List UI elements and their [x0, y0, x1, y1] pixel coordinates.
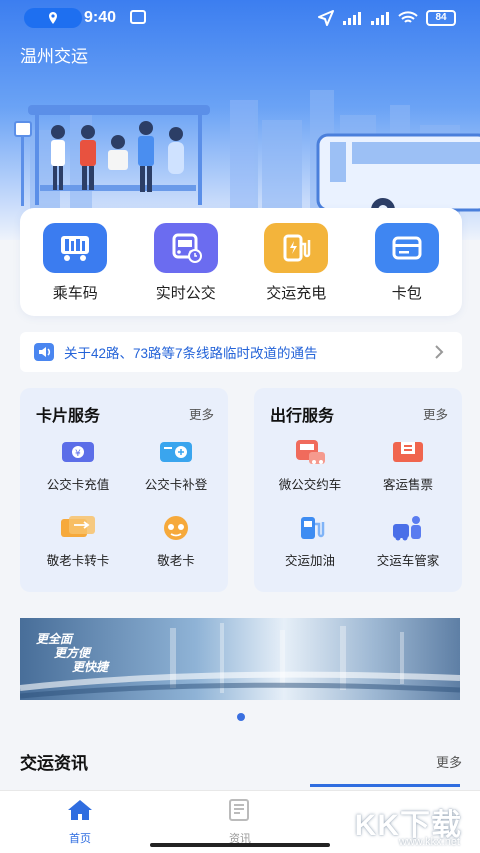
signal-icon: [343, 12, 361, 25]
panel-title: 出行服务: [270, 408, 335, 425]
notice-text: 关于42路、73路等7条线路临时改道的通告: [64, 346, 318, 361]
panel-title: 卡片服务: [36, 408, 101, 425]
service-card-register[interactable]: 公交卡补登: [126, 436, 226, 493]
qr-code-bus-icon: [43, 223, 108, 273]
card-wallet-icon: [374, 223, 439, 273]
service-senior-card[interactable]: 敬老卡: [126, 512, 226, 569]
chevron-right-icon: [435, 345, 444, 359]
home-icon: [68, 800, 92, 820]
speaker-icon: [34, 343, 54, 361]
senior-card-transfer-icon: [58, 512, 98, 544]
service-fuel[interactable]: 交运加油: [260, 512, 360, 569]
tab-news[interactable]: 资讯: [200, 799, 280, 846]
card-register-icon: [156, 436, 196, 468]
service-senior-card-transfer[interactable]: 敬老卡转卡: [28, 512, 128, 569]
quick-action-realtime-bus[interactable]: 实时公交: [136, 223, 236, 303]
news-icon: [229, 799, 249, 821]
notice-bar[interactable]: 关于42路、73路等7条线路临时改道的通告: [20, 332, 462, 372]
bus-stop-illustration: [14, 90, 480, 220]
wifi-icon: [398, 11, 418, 23]
banner-slogan: 更全面 更方便 更快捷: [36, 632, 109, 674]
svg-text:¥: ¥: [75, 449, 81, 459]
signal-icon-2: [371, 12, 389, 25]
hero-header: 9:40 84 温州交运: [0, 0, 480, 240]
micro-bus-booking-icon: [290, 436, 330, 468]
quick-action-ride-code[interactable]: 乘车码: [25, 223, 125, 303]
app-title: 温州交运: [20, 47, 88, 66]
status-bar: 9:40 84: [0, 0, 480, 36]
status-time: 9:40: [84, 9, 117, 26]
location-pin-icon: [49, 12, 57, 24]
quick-action-label: 实时公交: [155, 285, 216, 302]
navigation-arrow-icon: [318, 10, 334, 26]
car-butler-icon: [388, 512, 428, 544]
senior-card-icon: [156, 512, 196, 544]
fuel-pump-icon: [290, 512, 330, 544]
card-services-more-link[interactable]: 更多: [189, 404, 214, 423]
tab-home[interactable]: 首页: [40, 799, 120, 846]
service-card-recharge[interactable]: ¥ 公交卡充值: [28, 436, 128, 493]
travel-services-more-link[interactable]: 更多: [423, 404, 448, 423]
ticket-sale-icon: [388, 436, 428, 468]
battery-indicator: 84: [426, 10, 456, 26]
watermark-url: www.kkx.net: [398, 836, 460, 848]
status-icons: 84: [318, 9, 456, 27]
quick-action-label: 交运充电: [266, 285, 327, 302]
realtime-bus-icon: [153, 223, 218, 273]
home-indicator[interactable]: [150, 843, 330, 847]
news-accent-line: [310, 784, 460, 787]
card-services-panel: 卡片服务 更多 ¥ 公交卡充值 公交卡补登 敬老卡转卡 敬老卡: [20, 388, 228, 592]
news-more-link[interactable]: 更多: [436, 752, 462, 771]
service-ticket-sale[interactable]: 客运售票: [358, 436, 458, 493]
quick-action-card-wallet[interactable]: 卡包: [357, 223, 457, 303]
service-car-butler[interactable]: 交运车管家: [358, 512, 458, 569]
quick-action-charging[interactable]: 交运充电: [246, 223, 346, 303]
travel-services-panel: 出行服务 更多 微公交约车 客运售票 交运加油 交运车管家: [254, 388, 462, 592]
news-section-title: 交运资讯: [20, 754, 88, 773]
quick-action-label: 卡包: [391, 285, 422, 302]
service-micro-bus-booking[interactable]: 微公交约车: [260, 436, 360, 493]
location-indicator: [24, 8, 82, 28]
carousel-indicator: [237, 713, 245, 721]
quick-actions-card: 乘车码 实时公交 交运充电 卡包: [20, 208, 462, 316]
card-recharge-icon: ¥: [58, 436, 98, 468]
charging-station-icon: [264, 223, 329, 273]
notification-app-icon: [130, 10, 146, 24]
quick-action-label: 乘车码: [52, 285, 98, 302]
promo-banner[interactable]: 更全面 更方便 更快捷: [20, 618, 460, 700]
